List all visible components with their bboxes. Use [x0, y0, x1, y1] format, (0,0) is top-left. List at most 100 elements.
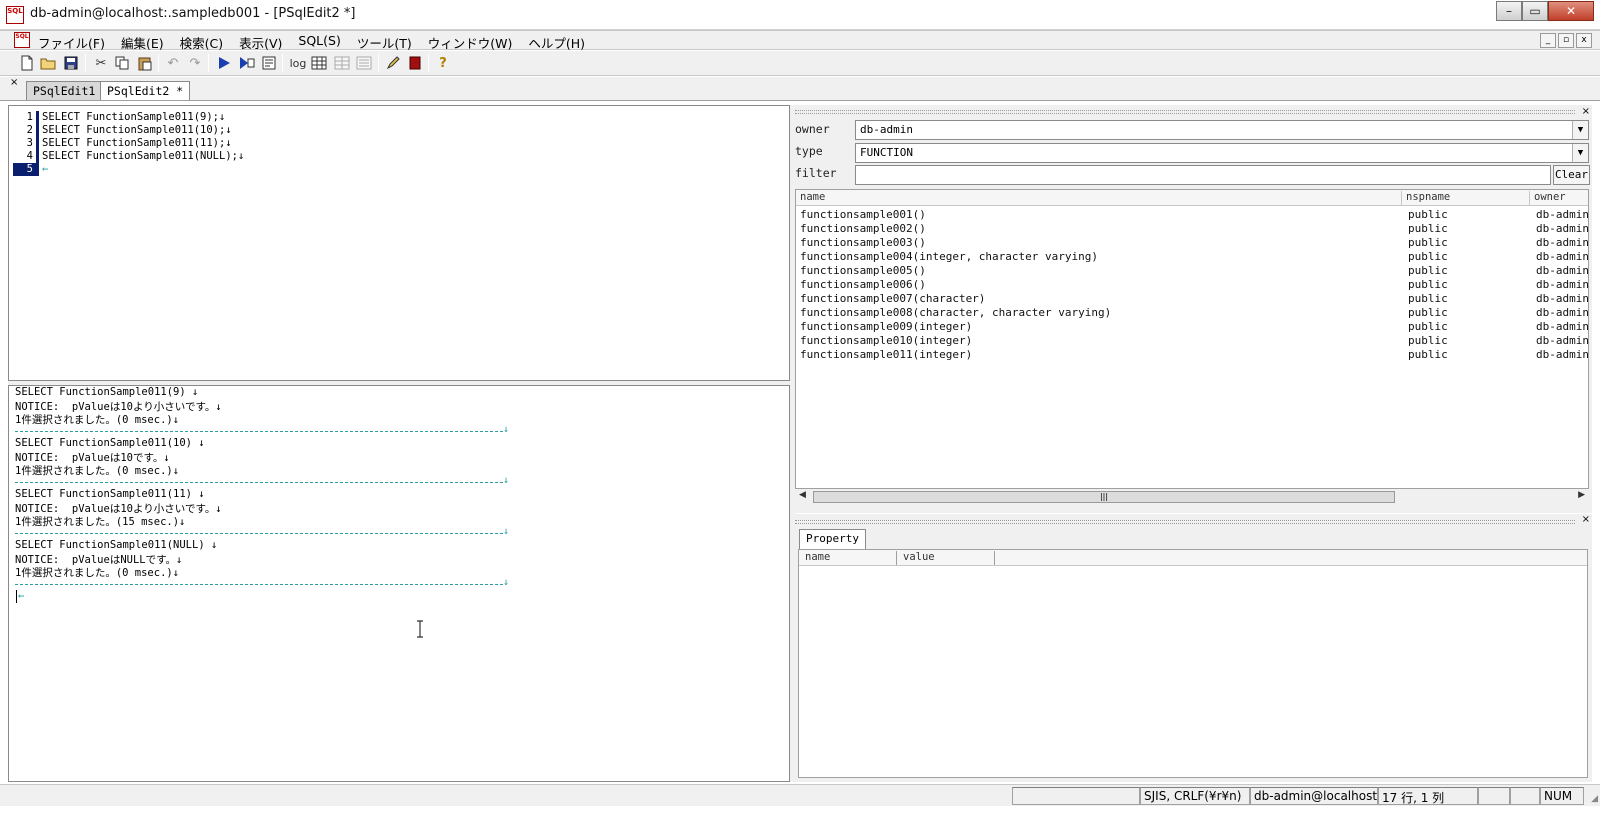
menu-tools[interactable]: ツール(T)	[357, 33, 412, 52]
column-header-nspname[interactable]: nspname	[1402, 191, 1530, 205]
object-browser-close-icon[interactable]: ×	[1582, 106, 1590, 117]
redo-icon[interactable]: ↷	[186, 54, 204, 72]
cut-icon[interactable]: ✂	[92, 54, 110, 72]
menu-file[interactable]: ファイル(F)	[38, 33, 105, 52]
line-number: 4	[13, 150, 39, 163]
save-icon[interactable]	[62, 54, 80, 72]
tab-property[interactable]: Property	[799, 529, 866, 549]
mdi-minimize-button[interactable]: _	[1540, 33, 1556, 48]
row-name: functionsample001()	[800, 208, 926, 221]
output-query: SELECT FunctionSample011(11) ↓	[15, 488, 205, 500]
object-list[interactable]: name nspname owner functionsample001() p…	[795, 189, 1589, 489]
chevron-down-icon[interactable]: ▼	[1572, 144, 1588, 162]
undo-icon[interactable]: ↶	[164, 54, 182, 72]
table-row[interactable]: functionsample002() public db-admin	[796, 222, 1588, 236]
table-text-icon[interactable]	[355, 54, 373, 72]
table-row[interactable]: functionsample010(integer) public db-adm…	[796, 334, 1588, 348]
row-owner: db-admin	[1536, 348, 1589, 361]
grid-result-icon[interactable]	[310, 54, 328, 72]
run-step-icon[interactable]	[238, 54, 256, 72]
property-panel-close-icon[interactable]: ×	[1582, 514, 1590, 525]
status-encoding: SJIS, CRLF(¥r¥n)	[1140, 787, 1250, 805]
menu-search[interactable]: 検索(C)	[180, 33, 223, 52]
output-separator	[15, 482, 503, 483]
owner-select[interactable]: db-admin ▼	[855, 120, 1589, 140]
table-row[interactable]: functionsample009(integer) public db-adm…	[796, 320, 1588, 334]
type-select[interactable]: FUNCTION ▼	[855, 143, 1589, 163]
open-folder-icon[interactable]	[39, 54, 57, 72]
document-icon[interactable]: SQL	[14, 32, 30, 48]
output-separator-end: ↓	[503, 577, 510, 588]
close-button[interactable]: ✕	[1548, 1, 1594, 21]
output-result: 1件選択されました。(0 msec.)↓	[15, 414, 180, 426]
maximize-button[interactable]: ▭	[1522, 1, 1548, 21]
filter-input[interactable]	[855, 165, 1551, 185]
clear-button[interactable]: Clear	[1553, 165, 1590, 185]
table-row[interactable]: functionsample008(character, character v…	[796, 306, 1588, 320]
menu-help[interactable]: ヘルプ(H)	[528, 33, 585, 52]
table-row[interactable]: functionsample007(character) public db-a…	[796, 292, 1588, 306]
app-icon[interactable]: SQL	[6, 6, 24, 24]
help-icon[interactable]: ?	[434, 54, 452, 72]
paste-icon[interactable]	[136, 54, 154, 72]
dock-grip[interactable]	[795, 110, 1575, 114]
table-row[interactable]: functionsample003() public db-admin	[796, 236, 1588, 250]
row-nspname: public	[1408, 320, 1448, 333]
row-nspname: public	[1408, 208, 1448, 221]
table-row[interactable]: functionsample006() public db-admin	[796, 278, 1588, 292]
object-browser: × owner db-admin ▼ type FUNCTION ▼ filte…	[795, 105, 1592, 513]
menu-view[interactable]: 表示(V)	[239, 33, 282, 52]
table-icon[interactable]	[333, 54, 351, 72]
output-notice: NOTICE: pValueは10より小さいです。↓	[15, 503, 222, 515]
mdi-restore-button[interactable]: ▫	[1558, 33, 1574, 48]
property-table[interactable]: name value	[798, 549, 1588, 778]
type-label: type	[795, 144, 823, 158]
new-file-icon[interactable]	[18, 54, 36, 72]
toolbar-separator	[158, 54, 159, 72]
copy-icon[interactable]	[113, 54, 131, 72]
output-pane[interactable]: SELECT FunctionSample011(9) ↓ NOTICE: pV…	[8, 385, 790, 782]
menu-edit[interactable]: 編集(E)	[121, 33, 164, 52]
column-header-owner[interactable]: owner	[1530, 191, 1588, 205]
toolbar-separator	[208, 54, 209, 72]
row-owner: db-admin	[1536, 278, 1589, 291]
column-header-name[interactable]: name	[799, 551, 897, 565]
row-nspname: public	[1408, 306, 1448, 319]
log-icon[interactable]: log	[289, 54, 307, 72]
table-row[interactable]: functionsample001() public db-admin	[796, 208, 1588, 222]
tab-close-icon[interactable]: ×	[10, 77, 18, 88]
column-header-name[interactable]: name	[796, 191, 1402, 205]
tab-psqledit2[interactable]: PSqlEdit2 *	[100, 81, 191, 100]
toolbar-separator	[282, 54, 283, 72]
column-header-value[interactable]: value	[897, 551, 995, 565]
minimize-button[interactable]: –	[1496, 1, 1522, 21]
table-row[interactable]: functionsample004(integer, character var…	[796, 250, 1588, 264]
menu-sql[interactable]: SQL(S)	[298, 33, 340, 52]
table-row[interactable]: functionsample005() public db-admin	[796, 264, 1588, 278]
row-name: functionsample010(integer)	[800, 334, 973, 347]
dock-grip[interactable]	[795, 520, 1575, 524]
menu-window[interactable]: ウィンドウ(W)	[428, 33, 513, 52]
scrollbar-thumb[interactable]: |||	[813, 491, 1395, 503]
property-table-header: name value	[799, 550, 1587, 566]
output-query: SELECT FunctionSample011(9) ↓	[15, 386, 199, 398]
explain-icon[interactable]	[260, 54, 278, 72]
mdi-close-button[interactable]: x	[1576, 33, 1592, 48]
window-controls: – ▭ ✕	[1496, 1, 1594, 23]
output-separator	[15, 533, 503, 534]
text-cursor	[16, 590, 17, 603]
line-number: 3	[13, 137, 39, 150]
scroll-left-icon[interactable]: ◀	[799, 490, 806, 500]
run-icon[interactable]	[215, 54, 233, 72]
table-row[interactable]: functionsample011(integer) public db-adm…	[796, 348, 1588, 362]
scroll-right-icon[interactable]: ▶	[1578, 490, 1585, 500]
horizontal-scrollbar[interactable]: ◀ ||| ▶	[795, 489, 1589, 505]
editor-tabs: × PSqlEdit1 * PSqlEdit2 *	[0, 77, 1600, 101]
sql-editor[interactable]: 1 SELECT FunctionSample011(9);↓ 2 SELECT…	[8, 105, 790, 381]
pencil-icon[interactable]	[384, 54, 402, 72]
resize-grip-icon[interactable]: ◢	[1591, 794, 1598, 804]
stop-icon[interactable]	[406, 54, 424, 72]
row-nspname: public	[1408, 292, 1448, 305]
row-nspname: public	[1408, 264, 1448, 277]
chevron-down-icon[interactable]: ▼	[1572, 121, 1588, 139]
